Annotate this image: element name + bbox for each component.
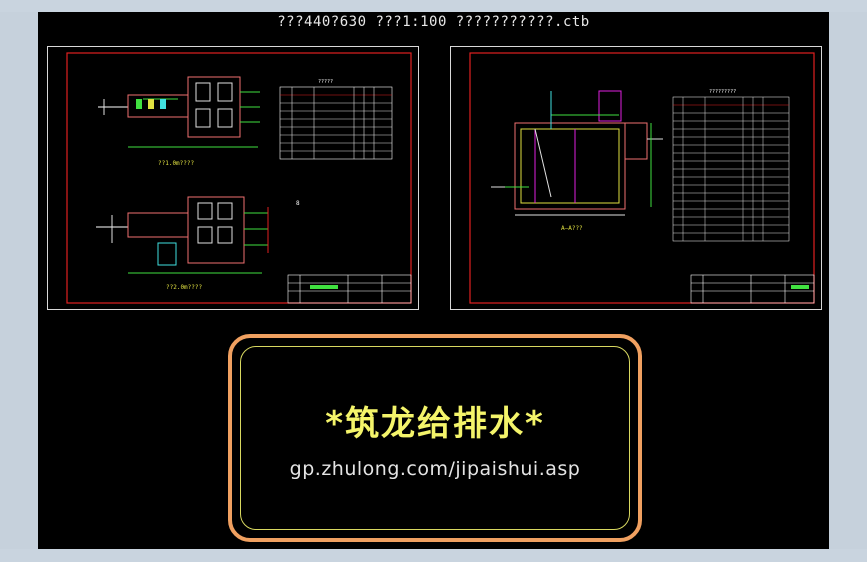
sheet-right-drawing: A—A??? ????????? (469, 52, 815, 304)
window-top-bar (0, 0, 867, 12)
left-table-title: ????? (318, 79, 333, 85)
sheet-left-drawing: ??1.0m???? ????? ??2.0m???? 8 (66, 52, 412, 304)
plan-top (98, 76, 260, 148)
section-drawing (491, 90, 663, 216)
plan-top-label: ??1.0m???? (158, 160, 195, 167)
left-table (279, 86, 393, 160)
left-side-mark: 8 (296, 200, 300, 207)
watermark-banner: *筑龙给排水* gp.zhulong.com/jipaishui.asp (228, 334, 642, 542)
sheet-left[interactable]: ??1.0m???? ????? ??2.0m???? 8 (47, 46, 419, 310)
section-label: A—A??? (561, 225, 583, 232)
right-table-title: ????????? (709, 89, 736, 95)
right-red-border (469, 52, 815, 304)
banner-title: *筑龙给排水* (325, 404, 545, 444)
drawing-title: ???440?630 ???1:100 ???????????.ctb (277, 14, 590, 30)
plan-bottom (96, 196, 269, 274)
left-title-block (287, 274, 412, 304)
right-table (672, 96, 790, 242)
window-bottom-bar (0, 549, 867, 562)
left-red-border (66, 52, 412, 304)
plan-bottom-label: ??2.0m???? (166, 284, 203, 291)
banner-url: gp.zhulong.com/jipaishui.asp (289, 458, 581, 480)
cad-viewport[interactable]: ???440?630 ???1:100 ???????????.ctb ??1.… (38, 12, 829, 549)
sheet-right[interactable]: A—A??? ????????? (450, 46, 822, 310)
right-title-block (690, 274, 815, 304)
